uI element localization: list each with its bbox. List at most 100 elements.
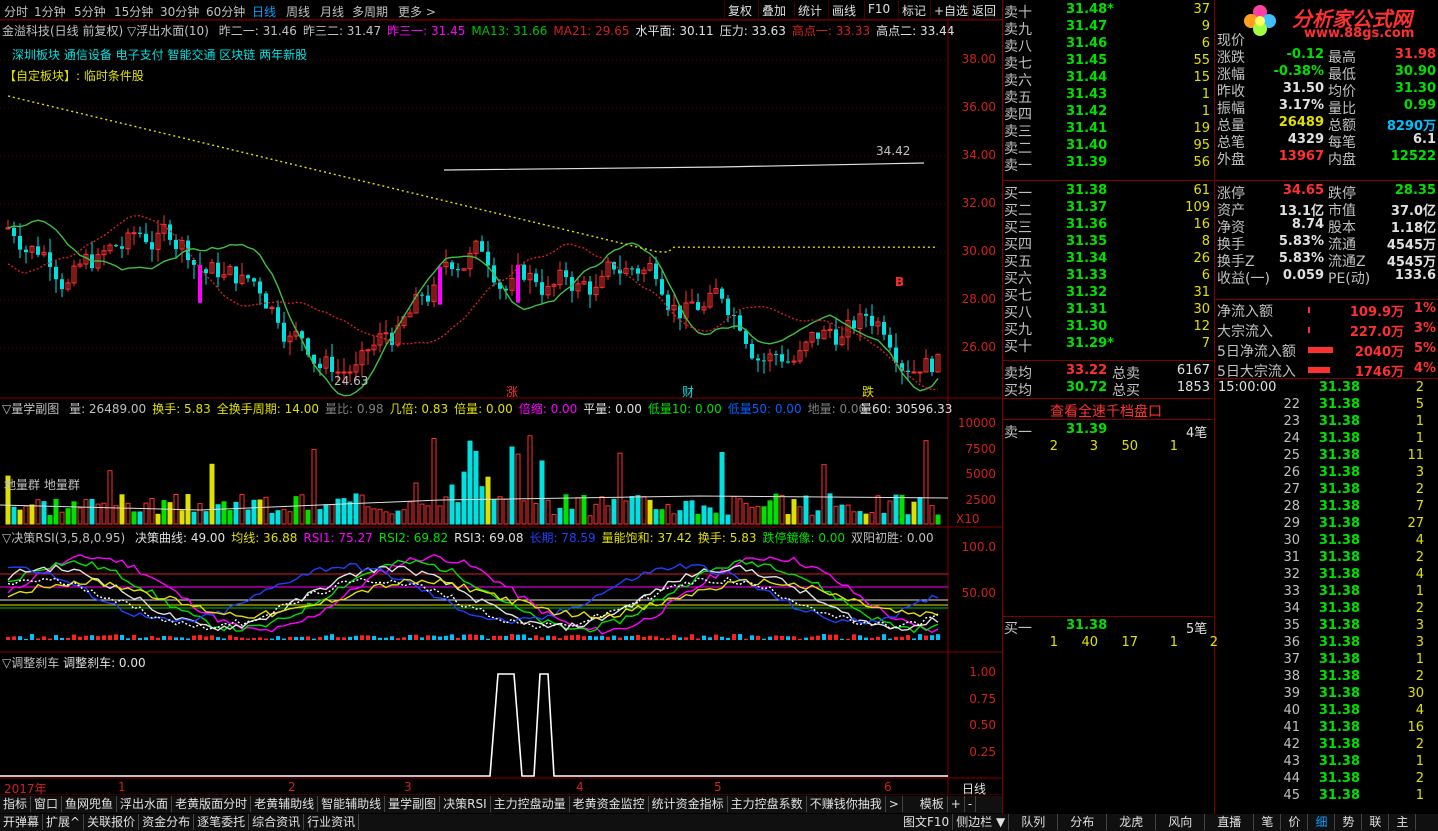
ask-price[interactable]: 31.40 — [1066, 138, 1126, 153]
template-tab[interactable]: 模板 — [917, 796, 948, 812]
right-tab-2[interactable]: 龙虎 — [1107, 814, 1157, 830]
rsi-energy-bar — [114, 634, 118, 640]
brake-panel-title[interactable]: ▽调整刹车 — [2, 656, 59, 670]
rsi-energy-bar — [132, 634, 136, 640]
indicator-tab-6[interactable]: 智能辅助线 — [318, 796, 386, 812]
period-indicator[interactable]: 日线 — [962, 780, 986, 797]
ask-price[interactable]: 31.43 — [1066, 87, 1126, 102]
ask-price[interactable]: 31.39 — [1066, 155, 1126, 170]
bid-volume: 31 — [1193, 285, 1210, 300]
status-bar-item-0[interactable]: 开弹幕 — [0, 814, 44, 830]
stat-value: 3.17% — [1278, 98, 1324, 113]
indicator-tab-2[interactable]: 鱼网兜鱼 — [62, 796, 118, 812]
rsi-panel-title[interactable]: ▽决策RSI(3,5,8,0.95) — [2, 531, 125, 545]
right-tab-4[interactable]: 直播 — [1205, 814, 1255, 830]
tick-time: 43 — [1283, 754, 1300, 769]
ask-price[interactable]: 31.41 — [1066, 121, 1126, 136]
status-bar-item-2[interactable]: 关联报价 — [84, 814, 140, 830]
volume-legend-item-3: 量比: 0.98 — [324, 402, 384, 416]
status-bar-item-4[interactable]: 逐笔委托 — [194, 814, 250, 830]
volume-bar — [377, 508, 383, 525]
zoom-out-button[interactable]: - — [965, 796, 977, 812]
volume-bar — [281, 509, 287, 525]
right-tab-6[interactable]: 价 — [1281, 814, 1309, 830]
right-tab-1[interactable]: 分布 — [1058, 814, 1108, 830]
indicator-tab-14[interactable]: > — [886, 796, 903, 812]
indicator-tab-9[interactable]: 主力控盘动量 — [491, 796, 570, 812]
right-tab-5[interactable]: 笔 — [1254, 814, 1282, 830]
bid-price[interactable]: 31.33 — [1066, 268, 1126, 283]
zoom-in-button[interactable]: + — [948, 796, 965, 812]
status-bar-item-6[interactable]: 行业资讯 — [304, 814, 360, 830]
volume-legend-item-2: 全换手周期: 14.00 — [216, 402, 319, 416]
volume-bar — [191, 511, 197, 525]
volume-bar — [449, 484, 455, 525]
rsi-energy-bar — [714, 634, 718, 640]
bid-price[interactable]: 31.35 — [1066, 234, 1126, 249]
tick-time: 35 — [1283, 618, 1300, 633]
ask-volume: 55 — [1193, 53, 1210, 68]
bid-price[interactable]: 31.34 — [1066, 251, 1126, 266]
indicator-tab-8[interactable]: 决策RSI — [440, 796, 491, 812]
right-tab-0[interactable]: 队列 — [1009, 814, 1059, 830]
rsi-energy-bar — [906, 635, 910, 640]
ask-price[interactable]: 31.44 — [1066, 70, 1126, 85]
indicator-tab-3[interactable]: 浮出水面 — [117, 796, 173, 812]
candle-body — [246, 275, 250, 279]
indicator-tab-11[interactable]: 统计资金指标 — [649, 796, 728, 812]
indicator-tab-7[interactable]: 量学副图 — [385, 796, 441, 812]
volume-bar — [557, 507, 563, 525]
chart-canvas[interactable] — [0, 0, 1002, 795]
indicator-tab-1[interactable]: 窗口 — [31, 796, 63, 812]
rsi-energy-bar — [468, 634, 472, 640]
rsi-energy-bar — [528, 637, 532, 640]
indicator-tab-0[interactable]: 指标 — [0, 796, 32, 812]
right-tab-7[interactable]: 细 — [1308, 814, 1336, 830]
volume-bar — [389, 513, 395, 525]
indicator-tab-12[interactable]: 主力控盘系数 — [728, 796, 807, 812]
bid-price[interactable]: 31.38 — [1066, 183, 1126, 198]
sidebar-toggle[interactable]: 侧边栏 ▼ — [953, 814, 1010, 830]
status-bar-item-3[interactable]: 资金分布 — [139, 814, 195, 830]
f10-button[interactable]: 图文F10 — [900, 814, 954, 830]
stat-value: 13967 — [1278, 149, 1324, 164]
right-tab-10[interactable]: 主 — [1389, 814, 1417, 830]
bid-price[interactable]: 31.29* — [1066, 336, 1126, 351]
indicator-tab-13[interactable]: 不赚钱你抽我 — [807, 796, 886, 812]
status-bar-item-5[interactable]: 综合资讯 — [249, 814, 305, 830]
status-bar-item-1[interactable]: 扩展^ — [43, 814, 85, 830]
right-tab-3[interactable]: 风向 — [1156, 814, 1206, 830]
ask-price[interactable]: 31.42 — [1066, 104, 1126, 119]
right-tab-9[interactable]: 联 — [1362, 814, 1390, 830]
rsi-energy-bar — [168, 636, 172, 640]
stat-value: 26489 — [1278, 115, 1324, 130]
indicator-tab-10[interactable]: 老黄资金监控 — [570, 796, 649, 812]
volume-bar — [479, 486, 485, 525]
bid-price[interactable]: 31.31 — [1066, 302, 1126, 317]
rsi-energy-bar — [192, 635, 196, 640]
rsi-energy-bar — [588, 635, 592, 640]
ask-price[interactable]: 31.45 — [1066, 53, 1126, 68]
volume-bar — [161, 500, 167, 525]
tick-price: 31.38 — [1318, 635, 1360, 650]
ask-price[interactable]: 31.47 — [1066, 19, 1126, 34]
full-queue-button[interactable]: 查看全速千档盘口 — [1050, 401, 1162, 421]
indicator-tab-5[interactable]: 老黄辅助线 — [251, 796, 319, 812]
tick-price: 31.38 — [1318, 686, 1360, 701]
rsi-energy-bar — [738, 634, 742, 640]
bid-price[interactable]: 31.37 — [1066, 200, 1126, 215]
rsi-energy-bar — [414, 634, 418, 640]
rsi-energy-bar — [120, 634, 124, 640]
bid-price[interactable]: 31.36 — [1066, 217, 1126, 232]
indicator-tabs: 指标 窗口 鱼网兜鱼 浮出水面 老黄版面分时 老黄辅助线 智能辅助线 量学副图 决策RSI 主力控… — [0, 796, 1002, 813]
volume-bar — [125, 502, 131, 525]
candle-body — [882, 321, 886, 335]
volume-axis-tick-3: 2500 — [965, 492, 996, 507]
ask-price[interactable]: 31.46 — [1066, 36, 1126, 51]
bid-price[interactable]: 31.32 — [1066, 285, 1126, 300]
bid-price[interactable]: 31.30 — [1066, 319, 1126, 334]
ask-price[interactable]: 31.48* — [1066, 2, 1126, 17]
volume-panel-title[interactable]: ▽量学副图 — [2, 402, 59, 416]
right-tab-8[interactable]: 势 — [1335, 814, 1363, 830]
indicator-tab-4[interactable]: 老黄版面分时 — [172, 796, 252, 812]
